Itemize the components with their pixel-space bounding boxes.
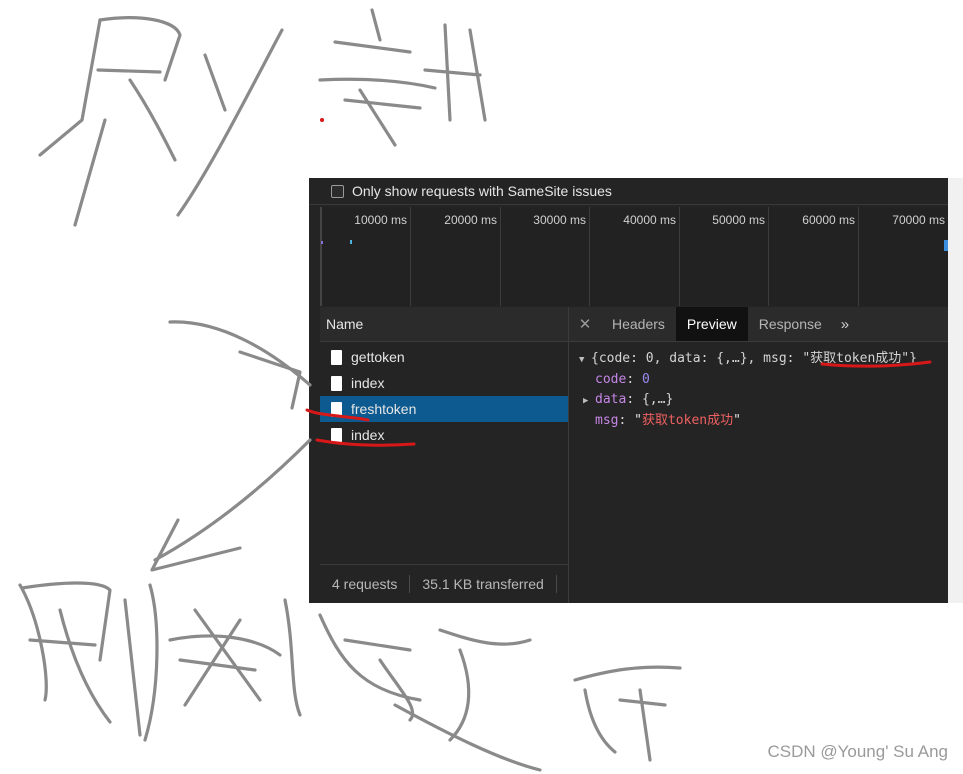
json-code-line: code: 0 bbox=[595, 372, 650, 387]
json-root-line[interactable]: ▼ {code: 0, data: {,…}, msg: "获取token成功"} bbox=[579, 349, 948, 370]
transferred-size: 35.1 KB transferred bbox=[422, 576, 544, 592]
ink-stroke bbox=[393, 703, 542, 772]
ink-stroke bbox=[573, 665, 682, 682]
timeline-tick: 20000 ms bbox=[411, 207, 501, 306]
ink-stroke bbox=[203, 53, 227, 112]
json-key: code bbox=[595, 372, 627, 387]
ink-stroke bbox=[333, 40, 412, 54]
json-string-value: 获取token成功 bbox=[641, 413, 734, 428]
ink-stroke bbox=[423, 68, 482, 77]
ink-stroke bbox=[178, 658, 257, 672]
ink-stroke bbox=[448, 648, 471, 742]
ink-stroke bbox=[370, 8, 382, 42]
devtools-network-panel: Only show requests with SameSite issues … bbox=[309, 178, 948, 603]
json-preview: ▼ {code: 0, data: {,…}, msg: "获取token成功"}… bbox=[569, 342, 948, 431]
samesite-checkbox[interactable] bbox=[331, 184, 344, 198]
timeline-overview[interactable]: 10000 ms 20000 ms 30000 ms 40000 ms 5000… bbox=[320, 207, 948, 306]
json-key: data bbox=[595, 392, 627, 407]
ink-stroke bbox=[128, 78, 177, 162]
timeline-tick: 60000 ms bbox=[769, 207, 859, 306]
samesite-filter-label: Only show requests with SameSite issues bbox=[352, 183, 612, 199]
json-number-value: 0 bbox=[641, 372, 650, 387]
ink-stroke bbox=[58, 608, 112, 724]
ink-stroke bbox=[18, 583, 48, 702]
ink-stroke bbox=[150, 518, 242, 572]
ink-stroke bbox=[98, 16, 182, 82]
request-row-index-2[interactable]: index bbox=[320, 422, 568, 448]
ink-stroke bbox=[96, 68, 162, 74]
tab-preview[interactable]: Preview bbox=[675, 307, 748, 341]
json-summary-open: {code: 0, data: {,…}, msg: " bbox=[591, 351, 811, 366]
timeline-request-mark bbox=[321, 241, 323, 244]
ink-stroke bbox=[378, 658, 415, 722]
json-object-value: {,…} bbox=[641, 392, 674, 407]
timeline-tick: 40000 ms bbox=[590, 207, 680, 306]
ink-stroke bbox=[238, 350, 302, 410]
ink-stroke bbox=[168, 320, 312, 387]
ink-stroke bbox=[343, 98, 422, 110]
ink-stroke bbox=[183, 618, 242, 707]
collapsed-triangle-icon[interactable]: ▶ bbox=[583, 391, 595, 411]
request-count: 4 requests bbox=[332, 576, 398, 592]
status-divider bbox=[555, 575, 557, 593]
timeline-tick: 30000 ms bbox=[501, 207, 590, 306]
double-chevron-right-icon[interactable]: » bbox=[833, 307, 857, 341]
json-key: msg bbox=[595, 413, 619, 428]
json-summary-msg: 获取token成功 bbox=[810, 351, 902, 366]
json-data-line[interactable]: ▶ data: {,…} bbox=[579, 390, 948, 411]
ink-stroke bbox=[583, 688, 617, 754]
ink-stroke bbox=[153, 438, 312, 562]
request-name: index bbox=[351, 427, 385, 443]
json-msg-line: msg: "获取token成功" bbox=[595, 413, 741, 428]
request-name: freshtoken bbox=[351, 401, 417, 417]
ink-stroke bbox=[283, 598, 302, 717]
tab-response[interactable]: Response bbox=[748, 307, 833, 341]
document-icon bbox=[331, 401, 342, 417]
timeline-tick: 70000 ms bbox=[892, 213, 945, 227]
ink-stroke bbox=[618, 698, 667, 707]
request-name: index bbox=[351, 375, 385, 391]
ink-stroke bbox=[193, 608, 262, 702]
request-list-pane: Name gettoken index freshtoken index 4 r… bbox=[320, 307, 569, 603]
ink-stroke bbox=[318, 77, 437, 90]
document-icon bbox=[331, 349, 342, 365]
timeline-request-mark bbox=[350, 240, 352, 244]
ink-stroke bbox=[438, 628, 532, 646]
ink-stroke bbox=[143, 583, 159, 742]
name-column-header[interactable]: Name bbox=[320, 307, 568, 342]
ink-stroke bbox=[443, 23, 452, 122]
red-dot bbox=[320, 118, 324, 122]
network-status-bar: 4 requests 35.1 KB transferred bbox=[320, 564, 568, 603]
ink-stroke bbox=[28, 638, 97, 647]
window-edge bbox=[948, 178, 963, 603]
watermark: CSDN @Young' Su Ang bbox=[767, 742, 948, 761]
ink-stroke bbox=[176, 28, 284, 217]
json-summary-close: "} bbox=[901, 351, 917, 366]
ink-stroke bbox=[123, 598, 142, 737]
request-row-index[interactable]: index bbox=[320, 370, 568, 396]
tab-headers[interactable]: Headers bbox=[601, 307, 676, 341]
ink-stroke bbox=[73, 118, 107, 227]
ink-stroke bbox=[318, 613, 422, 702]
ink-stroke bbox=[343, 638, 412, 652]
request-detail-pane: ✕ Headers Preview Response » ▼ {code: 0, … bbox=[569, 307, 948, 603]
ink-stroke bbox=[38, 18, 102, 157]
detail-tabs: ✕ Headers Preview Response » bbox=[569, 307, 948, 342]
ink-stroke bbox=[168, 634, 282, 657]
request-row-gettoken[interactable]: gettoken bbox=[320, 344, 568, 370]
samesite-filter-bar: Only show requests with SameSite issues bbox=[309, 178, 948, 205]
close-icon[interactable]: ✕ bbox=[569, 307, 601, 341]
request-name: gettoken bbox=[351, 349, 405, 365]
document-icon bbox=[331, 375, 342, 391]
ink-stroke bbox=[468, 28, 487, 122]
ink-stroke bbox=[638, 688, 652, 762]
request-row-freshtoken[interactable]: freshtoken bbox=[320, 396, 568, 422]
ink-stroke bbox=[20, 581, 112, 662]
request-list: gettoken index freshtoken index bbox=[320, 342, 568, 448]
ink-stroke bbox=[358, 88, 397, 147]
document-icon bbox=[331, 427, 342, 443]
timeline-tick: 50000 ms bbox=[680, 207, 769, 306]
timeline-tick: 10000 ms bbox=[322, 207, 411, 306]
expanded-triangle-icon[interactable]: ▼ bbox=[579, 350, 591, 370]
